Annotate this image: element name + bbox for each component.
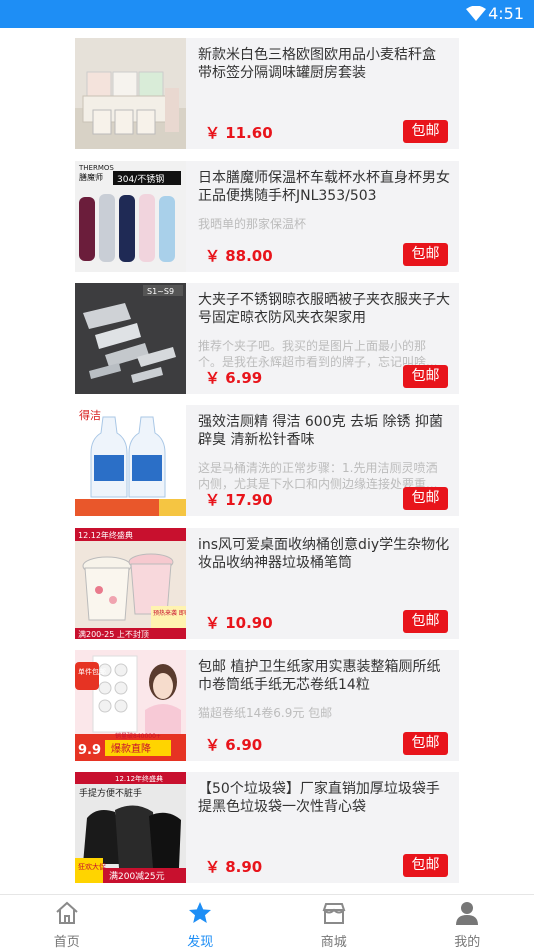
product-thumbnail-tissue: 单件包邮 9.9 爆款直降 销量破840000+ [75,650,186,761]
product-card[interactable]: S1~S9 大夹子不锈钢晾衣服晒被子夹衣服夹子大号固定晾衣防风夹衣架家用 推荐个… [75,283,459,394]
tab-home[interactable]: 首页 [0,895,134,950]
free-shipping-badge: 包邮 [403,243,448,266]
thumb-sold: 销量破840000+ [115,732,161,740]
product-thumbnail-trashbags: 12.12年终盛典 手提方便不脏手 狂欢大促 满200减25元 [75,772,186,883]
product-title: ins风可爱桌面收纳桶创意diy学生杂物化妆品收纳神器垃圾桶笔筒 [198,536,453,572]
product-card[interactable]: THERMOS 膳魔师 304/不锈钢 日本膳魔师保温杯车载杯水杯直身杯男女正品… [75,161,459,272]
store-icon [321,900,347,926]
thumb-tag: S1~S9 [147,287,174,296]
product-price: ￥ 11.60 [205,122,273,143]
home-icon [54,900,80,926]
product-price: ￥ 17.90 [205,489,273,510]
free-shipping-badge: 包邮 [403,610,448,633]
thumb-banner-top: 12.12年终盛典 [78,530,133,540]
tab-label: 我的 [401,931,534,950]
thumb-headline: 手提方便不脏手 [79,787,142,799]
product-thumbnail-thermos: THERMOS 膳魔师 304/不锈钢 [75,161,186,272]
product-price: ￥ 8.90 [205,856,262,877]
star-icon [187,900,213,926]
thumb-tag: 狂欢大促 [78,862,106,871]
product-desc: 我晒单的那家保温杯 [198,216,448,232]
product-title: 【50个垃圾袋】厂家直销加厚垃圾袋手提黑色垃圾袋一次性背心袋 [198,780,453,816]
free-shipping-badge: 包邮 [403,732,448,755]
product-thumbnail-cleaner: 得洁 [75,405,186,516]
product-title: 新款米白色三格欧图欧用品小麦秸秆盒 带标签分隔调味罐厨房套装 [198,46,453,82]
user-icon [454,900,480,926]
thumb-banner-bottom: 满200减25元 [109,870,165,882]
product-card[interactable]: 得洁 强效洁厕精 得洁 600克 去垢 除锈 抑菌 辟臭 清新松针香味 这是马桶… [75,405,459,516]
tab-label: 发现 [134,931,268,950]
product-price: ￥ 6.90 [205,734,262,755]
thumb-tag: 预热来袭 即时优惠 [153,609,186,617]
product-card[interactable]: 新款米白色三格欧图欧用品小麦秸秆盒 带标签分隔调味罐厨房套装 ￥ 11.60 包… [75,38,459,149]
bottom-tab-bar: 首页 发现 商城 我的 [0,894,534,949]
product-title: 包邮 植护卫生纸家用实惠装整箱厕所纸巾卷筒纸手纸无芯卷纸14粒 [198,658,453,694]
product-price: ￥ 10.90 [205,612,273,633]
product-list[interactable]: 新款米白色三格欧图欧用品小麦秸秆盒 带标签分隔调味罐厨房套装 ￥ 11.60 包… [0,28,534,894]
product-card[interactable]: 单件包邮 9.9 爆款直降 销量破840000+ 包邮 植护卫生纸家用实惠装整箱… [75,650,459,761]
product-desc: 猫超卷纸14卷6.9元 包邮 [198,705,448,721]
thumb-brand: 得洁 [79,409,101,422]
free-shipping-badge: 包邮 [403,854,448,877]
tab-label: 商城 [267,931,401,950]
status-bar: 4:51 [0,0,534,28]
product-price: ￥ 88.00 [205,245,273,266]
product-card[interactable]: 12.12年终盛典 预热来袭 即时优惠 满200-25 上不封顶 ins风可爱桌… [75,528,459,639]
thumb-tag: 304/不锈钢 [117,173,164,185]
thumb-brand-cn: 膳魔师 [79,172,103,182]
thumb-tag: 单件包邮 [78,667,106,676]
product-thumbnail-seasoning-box [75,38,186,149]
product-price: ￥ 6.99 [205,367,262,388]
product-title: 日本膳魔师保温杯车载杯水杯直身杯男女正品便携随手杯JNL353/503 [198,169,453,205]
product-title: 强效洁厕精 得洁 600克 去垢 除锈 抑菌 辟臭 清新松针香味 [198,413,453,449]
tab-profile[interactable]: 我的 [401,895,534,950]
product-card[interactable]: 12.12年终盛典 手提方便不脏手 狂欢大促 满200减25元 【50个垃圾袋】… [75,772,459,883]
free-shipping-badge: 包邮 [403,120,448,143]
free-shipping-badge: 包邮 [403,487,448,510]
thumb-price: 9.9 [78,743,101,758]
thumb-banner-top: 12.12年终盛典 [115,774,163,783]
thumb-brand: THERMOS [78,164,114,172]
product-thumbnail-clips: S1~S9 [75,283,186,394]
wifi-icon [466,6,486,22]
tab-store[interactable]: 商城 [267,895,401,950]
product-title: 大夹子不锈钢晾衣服晒被子夹衣服夹子大号固定晾衣防风夹衣架家用 [198,291,453,327]
tab-label: 首页 [0,931,134,950]
product-thumbnail-bins: 12.12年终盛典 预热来袭 即时优惠 满200-25 上不封顶 [75,528,186,639]
tab-discover[interactable]: 发现 [134,895,268,950]
thumb-banner-bottom: 满200-25 上不封顶 [78,629,149,639]
status-time: 4:51 [488,4,524,23]
thumb-sale: 爆款直降 [111,742,151,755]
free-shipping-badge: 包邮 [403,365,448,388]
